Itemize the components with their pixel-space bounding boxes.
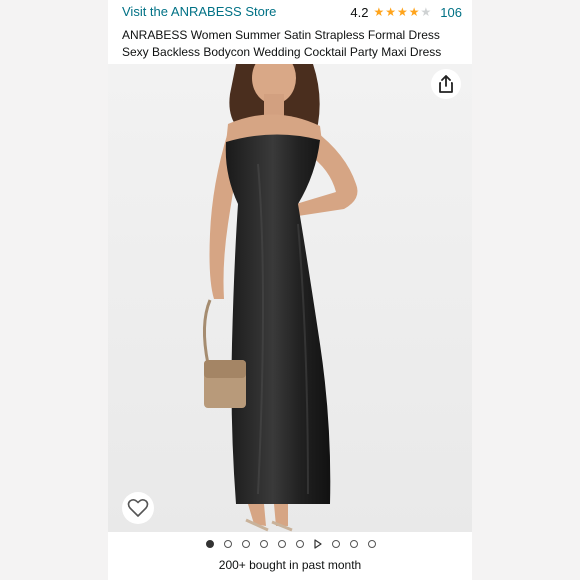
play-icon — [314, 539, 322, 549]
share-icon — [439, 75, 453, 93]
carousel-dot-4[interactable] — [260, 540, 268, 548]
star-icon: ★ — [373, 5, 385, 19]
product-card: Visit the ANRABESS Store 4.2 ★ ★ ★ ★ ★ 1… — [108, 0, 472, 580]
carousel-dot-6[interactable] — [296, 540, 304, 548]
carousel-dot-8[interactable] — [332, 540, 340, 548]
product-title-line-1: ANRABESS Women Summer Satin Strapless Fo… — [122, 28, 440, 42]
rating-count-link[interactable]: 106 — [440, 5, 462, 20]
carousel-dot-1[interactable] — [206, 540, 214, 548]
store-link[interactable]: Visit the ANRABESS Store — [122, 3, 276, 21]
header-row: Visit the ANRABESS Store 4.2 ★ ★ ★ ★ ★ 1… — [122, 3, 462, 21]
heart-icon — [127, 499, 149, 517]
carousel-dot-9[interactable] — [350, 540, 358, 548]
favorite-button[interactable] — [122, 492, 154, 524]
image-carousel-indicator — [206, 538, 386, 550]
rating-value: 4.2 — [350, 4, 369, 20]
product-photo — [108, 64, 472, 532]
star-icon: ★ — [408, 5, 420, 19]
carousel-dot-3[interactable] — [242, 540, 250, 548]
star-rating: ★ ★ ★ ★ ★ — [373, 6, 432, 18]
share-button[interactable] — [431, 69, 461, 99]
product-title-line-2: Sexy Backless Bodycon Wedding Cocktail P… — [122, 45, 442, 59]
carousel-video-dot[interactable] — [314, 539, 322, 549]
star-icon: ★ — [385, 5, 396, 19]
product-image[interactable] — [108, 64, 472, 532]
star-empty-icon: ★ — [420, 5, 432, 19]
carousel-dot-2[interactable] — [224, 540, 232, 548]
star-icon: ★ — [397, 5, 408, 19]
rating-summary[interactable]: 4.2 ★ ★ ★ ★ ★ 106 — [350, 3, 462, 21]
bought-count: 200+ bought in past month — [218, 558, 362, 572]
carousel-dot-10[interactable] — [368, 540, 376, 548]
carousel-dot-5[interactable] — [278, 540, 286, 548]
